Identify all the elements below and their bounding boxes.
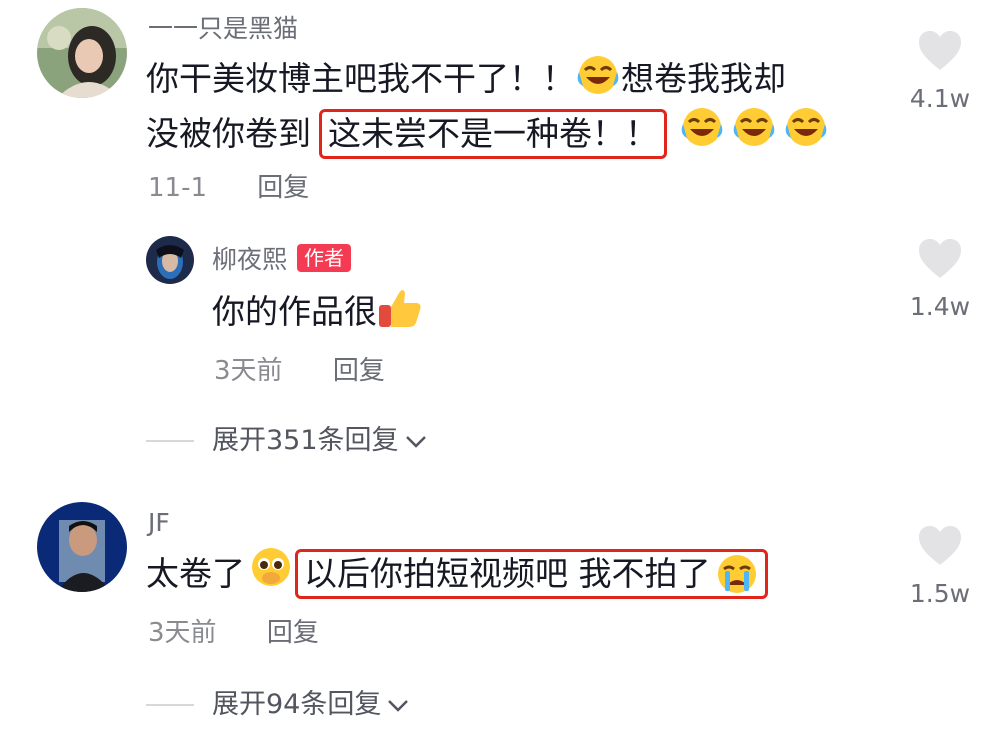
comment-text-line: 你干美妆博主吧我不干了！！ xyxy=(146,59,575,98)
author-name[interactable]: 柳夜熙 xyxy=(212,245,287,274)
expand-replies-button[interactable]: 展开351条回复 xyxy=(146,424,429,458)
avatar[interactable] xyxy=(37,502,127,592)
like-count: 4.1w xyxy=(909,84,971,113)
comment-text-line: 你的作品很 xyxy=(212,292,377,331)
comment-text-line: 没被你卷到 xyxy=(146,114,311,153)
divider xyxy=(146,704,194,706)
crying-face-icon xyxy=(717,555,756,593)
highlighted-text: 以后你拍短视频吧 我不拍了 xyxy=(295,549,768,599)
reply-button[interactable]: 回复 xyxy=(267,618,319,648)
avatar[interactable] xyxy=(146,236,194,284)
comment-date: 3天前 xyxy=(214,356,283,386)
comment-text: 你的作品很 xyxy=(212,285,423,343)
heart-icon xyxy=(919,31,961,70)
comment-username[interactable]: JF xyxy=(148,508,170,538)
heart-icon xyxy=(919,526,961,565)
reply-button[interactable]: 回复 xyxy=(333,356,385,386)
chevron-down-icon xyxy=(388,700,409,712)
comment-date: 3天前 xyxy=(148,618,217,648)
highlighted-text-content: 以后你拍短视频吧 我不拍了 xyxy=(304,554,711,593)
comment-text: 没被你卷到 这未尝不是一种卷！！ xyxy=(146,106,829,162)
highlighted-text: 这未尝不是一种卷！！ xyxy=(319,109,667,159)
reply-button[interactable]: 回复 xyxy=(257,173,309,203)
author-badge: 作者 xyxy=(297,244,352,272)
divider xyxy=(146,440,194,442)
comment-username[interactable]: 一一只是黑猫 xyxy=(148,14,298,44)
like-button[interactable]: 4.1w xyxy=(895,30,985,114)
comment-username: 柳夜熙 作者 xyxy=(212,244,352,275)
comment-text-line: 太卷了 xyxy=(146,554,245,593)
heart-icon xyxy=(919,239,961,278)
crying-laughing-emoji-icon xyxy=(575,54,621,110)
comment-meta: 11-1 回复 xyxy=(148,172,309,204)
crying-laughing-emoji-icon xyxy=(679,106,829,162)
comment-meta: 3天前 回复 xyxy=(214,355,385,387)
expand-replies-label: 展开94条回复 xyxy=(212,689,382,720)
expand-replies-label: 展开351条回复 xyxy=(212,425,399,456)
comment-text-line: 想卷我我却 xyxy=(621,59,786,98)
thumbs-up-icon xyxy=(377,285,423,343)
like-button[interactable]: 1.5w xyxy=(895,525,985,609)
comment-date: 11-1 xyxy=(148,173,208,203)
like-count: 1.4w xyxy=(909,292,971,321)
comment-text: 你干美妆博主吧我不干了！！ 想卷我我却 xyxy=(146,54,786,110)
pleading-face-icon xyxy=(249,546,293,602)
like-button[interactable]: 1.4w xyxy=(895,238,985,322)
expand-replies-button[interactable]: 展开94条回复 xyxy=(146,688,411,722)
chevron-down-icon xyxy=(405,436,426,448)
comment-meta: 3天前 回复 xyxy=(148,617,319,649)
comment-text: 太卷了 以后你拍短视频吧 我不拍了 xyxy=(146,546,768,602)
like-count: 1.5w xyxy=(909,579,971,608)
avatar[interactable] xyxy=(37,8,127,98)
